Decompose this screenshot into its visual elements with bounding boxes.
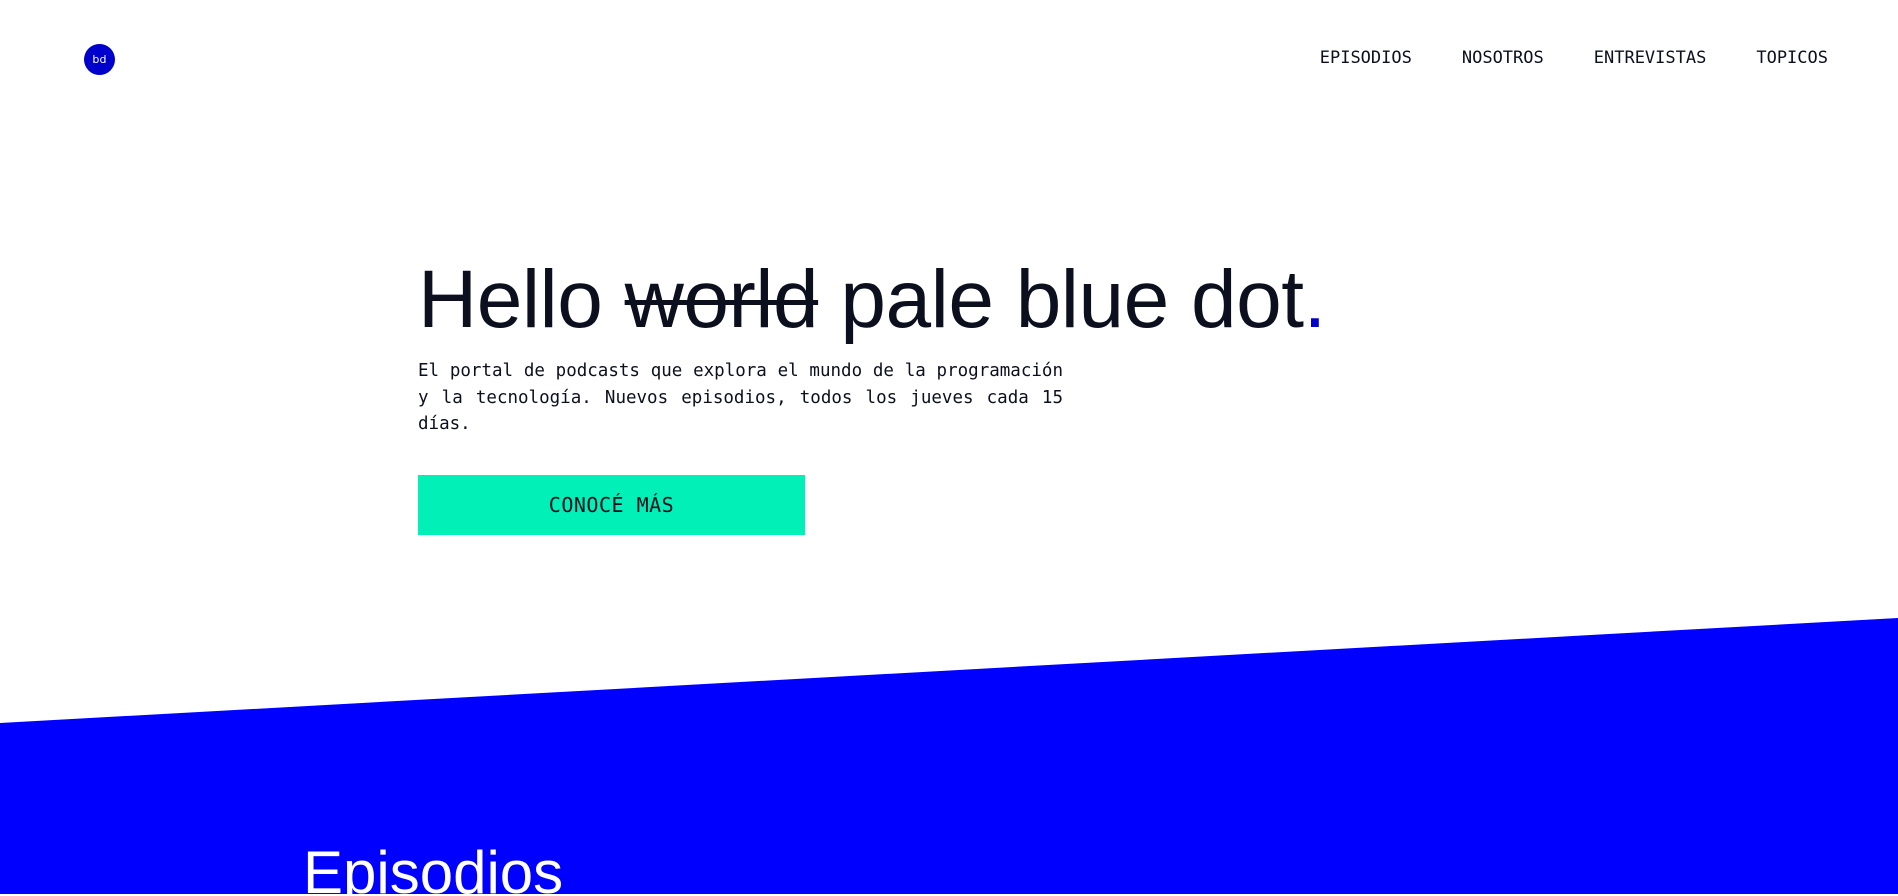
main-nav: EPISODIOS NOSOTROS ENTREVISTAS TOPICOS <box>1320 46 1828 70</box>
learn-more-button[interactable]: CONOCÉ MÁS <box>418 475 805 535</box>
page: bd EPISODIOS NOSOTROS ENTREVISTAS TOPICO… <box>0 0 1898 894</box>
hero-title-struck-word: world <box>624 254 819 345</box>
hero-title-prefix: Hello <box>418 254 625 345</box>
logo-badge[interactable]: bd <box>84 44 115 75</box>
blue-slanted-band <box>0 618 1898 894</box>
hero-title-suffix: pale blue dot <box>818 254 1304 345</box>
nav-item-topicos[interactable]: TOPICOS <box>1756 46 1828 70</box>
hero-title-accent-dot: . <box>1303 254 1327 345</box>
hero-subtitle: El portal de podcasts que explora el mun… <box>418 361 1063 434</box>
episodes-section-title: Episodios <box>303 839 564 894</box>
nav-item-nosotros[interactable]: NOSOTROS <box>1462 46 1544 70</box>
hero-title: Hello world pale blue dot. <box>418 252 1326 348</box>
band-shape <box>0 618 1898 894</box>
nav-item-entrevistas[interactable]: ENTREVISTAS <box>1594 46 1707 70</box>
nav-item-episodios[interactable]: EPISODIOS <box>1320 46 1412 70</box>
